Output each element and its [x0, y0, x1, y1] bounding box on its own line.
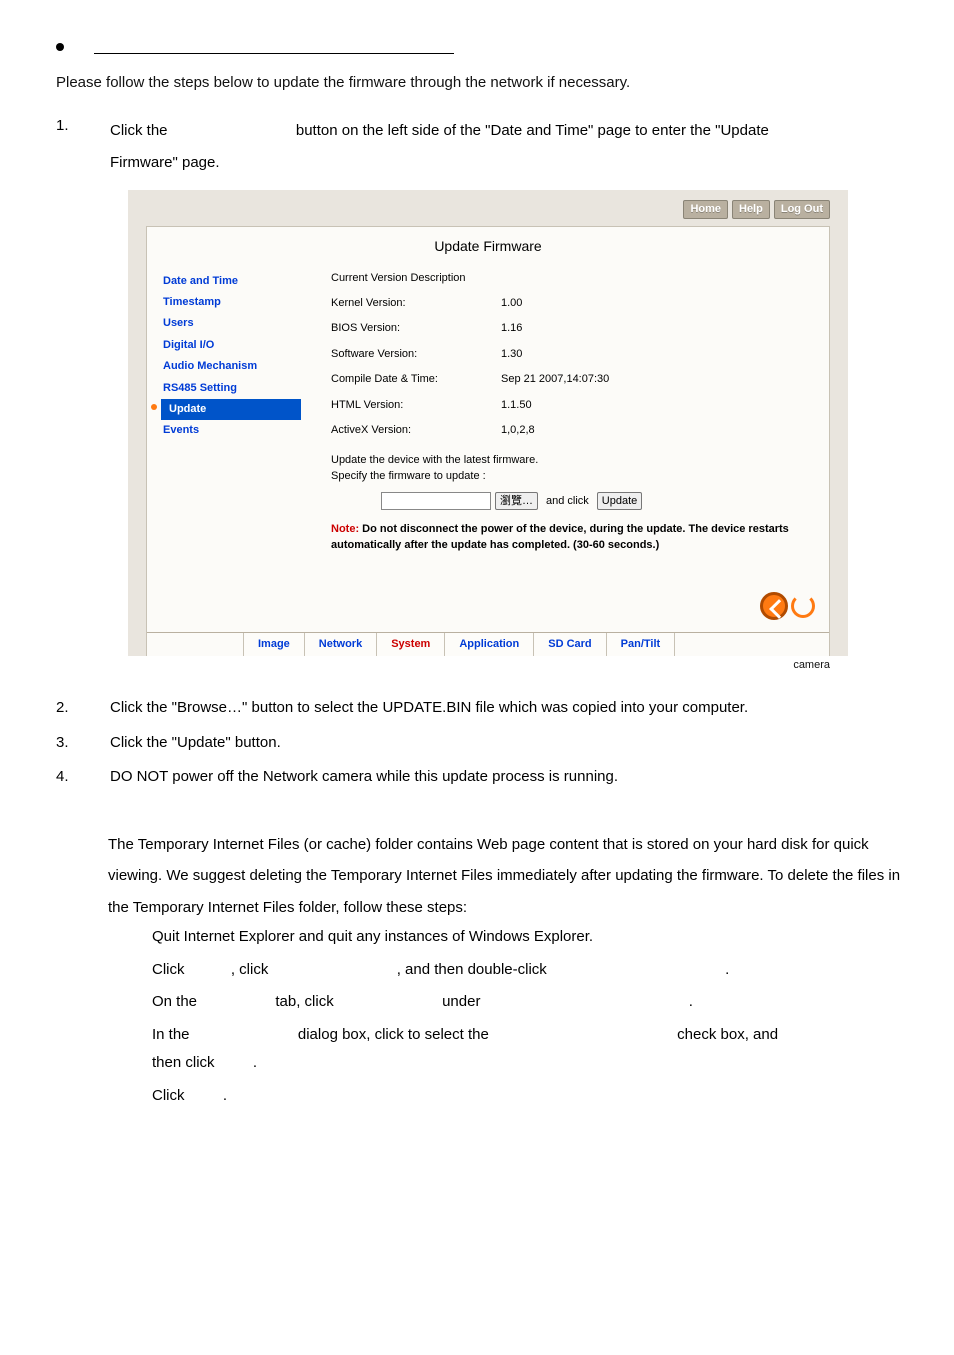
tab-sdcard[interactable]: SD Card	[534, 633, 606, 656]
step-1: 1. Click the button on the left side of …	[56, 115, 904, 178]
sidebar-item-date-time[interactable]: Date and Time	[161, 271, 301, 292]
note-body: Do not disconnect the power of the devic…	[331, 523, 789, 550]
step-number: 3.	[56, 732, 76, 753]
home-button[interactable]: Home	[683, 200, 728, 219]
step-number: 1.	[56, 115, 76, 136]
embedded-screenshot: Home Help Log Out Update Firmware Date a…	[128, 190, 904, 679]
sidebar: Date and Time Timestamp Users Digital I/…	[161, 271, 301, 553]
row-activex: ActiveX Version:1,0,2,8	[331, 423, 815, 438]
panel-title: Update Firmware	[161, 237, 815, 257]
sidebar-item-audio[interactable]: Audio Mechanism	[161, 356, 301, 377]
refresh-icon[interactable]	[791, 594, 815, 618]
update-button[interactable]: Update	[597, 492, 642, 510]
step-1-part-b: button on the left side of the "Date and…	[296, 122, 769, 139]
tab-image[interactable]: Image	[243, 633, 305, 656]
sidebar-item-update[interactable]: Update	[161, 399, 301, 420]
step-4: 4. DO NOT power off the Network camera w…	[56, 766, 904, 789]
sidebar-item-events[interactable]: Events	[161, 420, 301, 441]
section-heading-row	[56, 40, 904, 54]
intro-text: Please follow the steps below to update …	[56, 72, 904, 93]
section-label: Current Version Description	[331, 271, 815, 286]
warning-note: Note: Do not disconnect the power of the…	[331, 522, 815, 553]
firmware-path-input[interactable]	[381, 492, 491, 510]
tab-pantilt[interactable]: Pan/Tilt	[607, 633, 676, 656]
browse-button[interactable]: 瀏覽…	[495, 492, 538, 510]
tab-system[interactable]: System	[377, 633, 445, 656]
row-bios: BIOS Version:1.16	[331, 321, 815, 336]
substep-3: On the tab, click under .	[152, 988, 904, 1017]
substep-4: In the dialog box, click to select the c…	[152, 1021, 904, 1078]
row-compile: Compile Date & Time:Sep 21 2007,14:07:30	[331, 372, 815, 387]
bullet-icon	[56, 43, 64, 51]
bottom-tabs: Image Network System Application SD Card…	[147, 632, 829, 656]
back-icon[interactable]	[760, 592, 788, 620]
screenshot-caption: camera	[128, 656, 848, 679]
help-button[interactable]: Help	[732, 200, 770, 219]
tab-network[interactable]: Network	[305, 633, 377, 656]
hint-line-1: Update the device with the latest firmwa…	[331, 452, 815, 469]
step-2: 2. Click the "Browse…" button to select …	[56, 697, 904, 720]
row-html: HTML Version:1.1.50	[331, 398, 815, 413]
step-number: 4.	[56, 766, 76, 787]
hint-line-2: Specify the firmware to update :	[331, 469, 815, 484]
step-3: 3. Click the "Update" button.	[56, 732, 904, 755]
corner-controls	[760, 592, 815, 620]
substep-1: Quit Internet Explorer and quit any inst…	[152, 923, 904, 952]
step-2-text: Click the "Browse…" button to select the…	[110, 697, 904, 720]
step-4-text: DO NOT power off the Network camera whil…	[110, 766, 904, 789]
step-1-part-c: Firmware" page.	[110, 154, 220, 171]
step-3-text: Click the "Update" button.	[110, 732, 904, 755]
substep-5: Click .	[152, 1082, 904, 1111]
substep-2: Click , click , and then double-click .	[152, 956, 904, 985]
note-label: Note:	[331, 523, 359, 535]
row-kernel: Kernel Version:1.00	[331, 296, 815, 311]
sidebar-item-timestamp[interactable]: Timestamp	[161, 292, 301, 313]
row-software: Software Version:1.30	[331, 347, 815, 362]
sidebar-item-users[interactable]: Users	[161, 313, 301, 334]
logout-button[interactable]: Log Out	[774, 200, 830, 219]
sidebar-item-digital-io[interactable]: Digital I/O	[161, 335, 301, 356]
step-number: 2.	[56, 697, 76, 718]
sidebar-item-rs485[interactable]: RS485 Setting	[161, 378, 301, 399]
step-1-part-a: Click the	[110, 122, 168, 139]
tab-application[interactable]: Application	[445, 633, 534, 656]
and-click-text: and click	[546, 494, 589, 509]
section-title-underline	[94, 40, 454, 54]
note-paragraph: The Temporary Internet Files (or cache) …	[108, 829, 904, 924]
